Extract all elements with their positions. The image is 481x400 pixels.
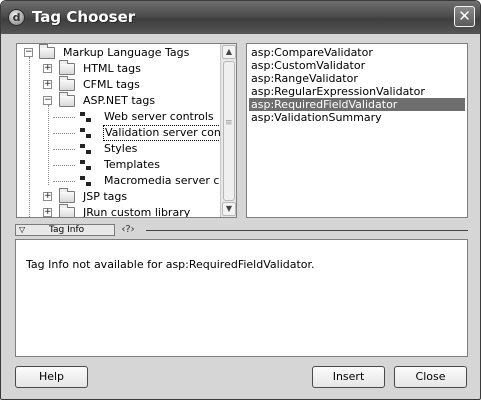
dreamweaver-app-icon: d [8, 9, 25, 26]
folder-icon [59, 188, 75, 203]
list-item[interactable]: asp:RegularExpressionValidator [249, 85, 465, 98]
tag-library-icon [80, 112, 92, 122]
expand-icon[interactable]: + [43, 80, 52, 89]
expand-icon[interactable]: + [43, 64, 52, 73]
tree-item-templates[interactable]: Templates [17, 157, 221, 173]
tree-item-cfml-tags[interactable]: + CFML tags [17, 76, 221, 93]
tag-library-icon [80, 144, 92, 154]
tree-item-label: Web server controls [104, 110, 214, 123]
collapse-icon[interactable]: − [24, 48, 33, 57]
tree-item-web-server-controls[interactable]: Web server controls [17, 109, 221, 125]
tree-item-markup-language-tags[interactable]: − Markup Language Tags [17, 44, 221, 61]
tree-item-macromedia-server-controls[interactable]: Macromedia server c... [17, 173, 230, 189]
folder-icon [59, 60, 75, 75]
scroll-up-button[interactable]: ▲ [222, 45, 236, 59]
tree-item-label: Validation server con... [103, 125, 234, 141]
tag-chooser-dialog: d Tag Chooser ✕ − Markup Language Tags +… [0, 0, 481, 400]
folder-open-icon [39, 44, 55, 59]
expand-icon[interactable]: + [43, 208, 52, 217]
list-item-selected[interactable]: asp:RequiredFieldValidator [249, 98, 465, 111]
collapse-triangle-icon: ▽ [19, 225, 26, 234]
scroll-thumb[interactable] [223, 61, 235, 201]
tag-library-icon [80, 128, 92, 138]
tree-item-label: Styles [104, 142, 138, 155]
tree-item-label: CFML tags [83, 78, 140, 91]
folder-open-icon [59, 92, 75, 107]
tree-item-aspnet-tags[interactable]: − ASP.NET tags [17, 92, 221, 109]
scroll-down-button[interactable]: ▼ [222, 202, 236, 216]
tag-library-icon [80, 160, 92, 170]
divider [146, 230, 468, 231]
close-icon: ✕ [458, 7, 471, 25]
close-button[interactable]: Close [394, 366, 467, 388]
expand-icon[interactable]: + [43, 192, 52, 201]
tree-item-label: JRun custom library [83, 206, 191, 218]
tree-item-styles[interactable]: Styles [17, 141, 221, 157]
tree-item-validation-server-controls[interactable]: Validation server con... [17, 125, 234, 141]
list-item[interactable]: asp:RangeValidator [249, 72, 465, 85]
list-item[interactable]: asp:CompareValidator [249, 46, 465, 59]
title-bar[interactable]: d Tag Chooser ✕ [1, 1, 480, 34]
tree-item-label: JSP tags [83, 190, 128, 203]
help-button[interactable]: Help [15, 366, 88, 388]
tree-item-label: ASP.NET tags [83, 94, 156, 107]
tree-item-html-tags[interactable]: + HTML tags [17, 60, 221, 77]
tag-info-message: Tag Info not available for asp:RequiredF… [26, 258, 315, 271]
tree-vertical-scrollbar[interactable]: ▲ ▼ [220, 44, 236, 217]
window-title: Tag Chooser [32, 8, 136, 26]
tree-item-label: Markup Language Tags [63, 46, 190, 59]
tag-library-tree[interactable]: − Markup Language Tags + HTML tags + CFM… [16, 43, 237, 218]
tree-item-label: Templates [104, 158, 160, 171]
close-window-button[interactable]: ✕ [454, 6, 475, 27]
tag-info-toggle[interactable]: ▽ Tag Info [15, 224, 115, 236]
tag-info-label: Tag Info [49, 225, 85, 235]
tree-item-label: Macromedia server c... [104, 174, 230, 187]
tag-library-icon [80, 176, 92, 186]
folder-icon [59, 76, 75, 91]
tag-info-panel: Tag Info not available for asp:RequiredF… [15, 239, 468, 357]
tag-list[interactable]: asp:CompareValidator asp:CustomValidator… [246, 43, 468, 218]
folder-icon [59, 204, 75, 217]
reference-help-icon[interactable]: ‹?› [119, 223, 137, 237]
insert-button[interactable]: Insert [312, 366, 385, 388]
list-item[interactable]: asp:CustomValidator [249, 59, 465, 72]
tree-item-label: HTML tags [83, 62, 141, 75]
tree-item-jsp-tags[interactable]: + JSP tags [17, 188, 221, 205]
list-item[interactable]: asp:ValidationSummary [249, 111, 465, 124]
tree-item-jrun-custom-library[interactable]: + JRun custom library [17, 204, 221, 218]
collapse-icon[interactable]: − [43, 96, 52, 105]
